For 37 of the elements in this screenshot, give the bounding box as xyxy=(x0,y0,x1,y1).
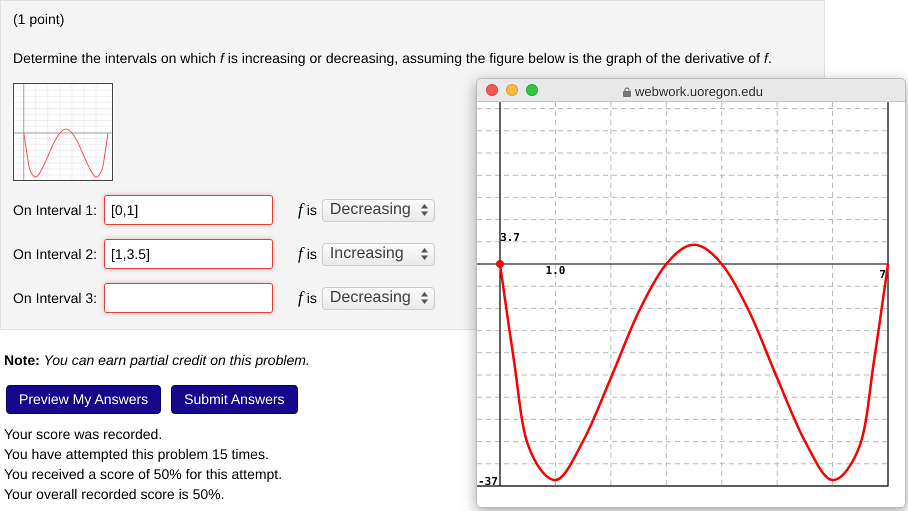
interval-label: On Interval 2: xyxy=(13,244,98,264)
function-name: f xyxy=(298,287,303,310)
interval-label: On Interval 3: xyxy=(13,288,98,308)
answer-button[interactable]: Submit Answers xyxy=(171,385,298,414)
graph-label: 7 xyxy=(879,268,886,281)
interval-label: On Interval 1: xyxy=(13,200,98,220)
function-name: f xyxy=(298,243,303,266)
is-label: is xyxy=(306,288,317,308)
function-name: f xyxy=(298,199,303,222)
graph-label: 1.0 xyxy=(546,264,566,277)
note-text: Note: You can earn partial credit on this problem. xyxy=(4,352,310,368)
lock-icon xyxy=(623,86,631,97)
is-label: is xyxy=(306,200,317,220)
minimize-icon[interactable] xyxy=(506,84,518,96)
endpoint-dot xyxy=(496,260,504,268)
interval-input[interactable] xyxy=(104,283,273,313)
points-label: (1 point) xyxy=(13,10,64,29)
updown-caret-icon xyxy=(420,248,428,260)
score-message: Your overall recorded score is 50%. xyxy=(4,485,224,504)
direction-select[interactable]: Decreasing xyxy=(322,286,435,310)
updown-caret-icon xyxy=(420,292,428,304)
answer-button[interactable]: Preview My Answers xyxy=(6,385,162,414)
close-icon[interactable] xyxy=(486,84,498,96)
score-message: You received a score of 50% for this attempt. xyxy=(4,465,282,484)
graph-label: -37 xyxy=(478,475,498,488)
direction-select[interactable]: Decreasing xyxy=(322,198,435,222)
score-message: Your score was recorded. xyxy=(4,425,162,444)
zoom-icon[interactable] xyxy=(526,84,538,96)
is-label: is xyxy=(306,244,317,264)
interval-input[interactable]: [1,3.5] xyxy=(104,239,273,269)
graph-label: 3.7 xyxy=(500,230,520,244)
question-text: Determine the intervals on which f is increasing or decreasing, assuming the figure below is the graph of the derivative of f. xyxy=(13,49,772,68)
updown-caret-icon xyxy=(420,204,428,216)
direction-select[interactable]: Increasing xyxy=(322,242,435,266)
score-message: You have attempted this problem 15 times. xyxy=(4,445,269,464)
url-text: webwork.uoregon.edu xyxy=(635,83,763,101)
interval-input[interactable]: [0,1] xyxy=(104,195,273,225)
